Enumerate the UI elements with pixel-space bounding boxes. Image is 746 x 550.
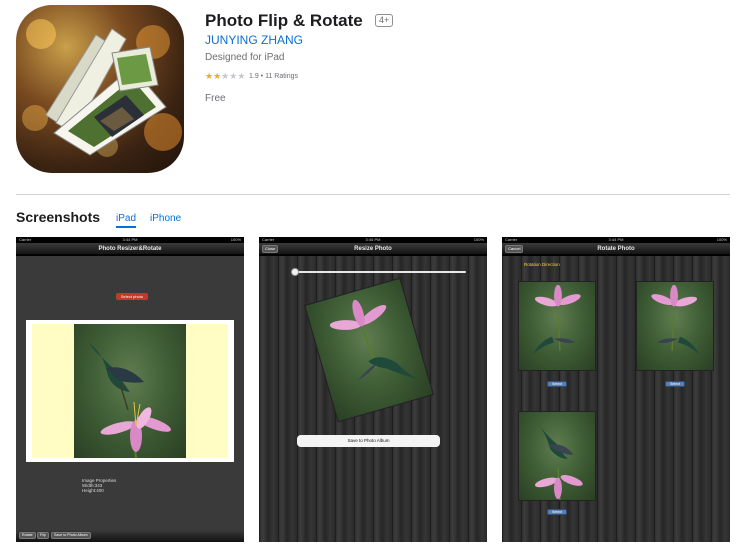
price-label: Free: [205, 93, 226, 104]
nav-title: Rotate Photo: [597, 246, 635, 252]
close-button[interactable]: Close: [262, 245, 279, 253]
rotation-direction-label: Rotation Direction: [524, 262, 560, 267]
screenshot-1[interactable]: Carrier 3:44 PM 100% Photo Resizer&Rotat…: [16, 237, 244, 542]
rotate-option-photo[interactable]: [636, 281, 714, 371]
select-button[interactable]: Select: [547, 509, 567, 515]
app-title: Photo Flip & Rotate: [205, 11, 363, 30]
select-button[interactable]: Select: [665, 381, 685, 387]
nav-title: Photo Resizer&Rotate: [16, 243, 244, 255]
star-icon: ★: [213, 71, 222, 81]
tab-iphone[interactable]: iPhone: [150, 213, 181, 224]
screenshot-2[interactable]: Carrier 3:45 PM 100% Resize Photo Close …: [259, 237, 487, 542]
star-icon: ★: [237, 71, 246, 81]
nav-title: Resize Photo: [354, 246, 392, 252]
tab-ipad[interactable]: iPad: [116, 213, 137, 228]
select-photo-button[interactable]: Select photo: [116, 293, 148, 300]
flower-hummingbird-photo: [74, 324, 186, 458]
divider: [16, 194, 730, 195]
save-to-album-button[interactable]: Save to Photo Album: [297, 435, 440, 447]
rotate-option-photo[interactable]: [518, 411, 596, 501]
save-to-album-button[interactable]: Save to Photo Album: [51, 532, 91, 539]
screenshots-heading: Screenshots: [16, 209, 101, 225]
resize-slider-knob[interactable]: [290, 268, 299, 276]
rotate-option-photo[interactable]: [518, 281, 596, 371]
resize-slider-track[interactable]: [291, 271, 466, 273]
star-rating: ★★★★★: [205, 71, 245, 82]
bottom-toolbar: Rotate Flip Save to Photo Album: [16, 530, 244, 542]
nav-bar: Resize Photo Close: [259, 243, 487, 255]
photo-stack-icon: [45, 28, 167, 156]
rating-count: 1.9 • 11 Ratings: [249, 73, 299, 80]
image-panel: [26, 320, 234, 462]
screenshot-3[interactable]: Carrier 3:44 PM 100% Rotate Photo Cancel…: [502, 237, 730, 542]
select-button[interactable]: Select: [547, 381, 567, 387]
age-rating-badge: 4+: [375, 14, 394, 27]
rotate-button[interactable]: Rotate: [19, 532, 36, 539]
flip-button[interactable]: Flip: [37, 532, 49, 539]
star-icon: ★: [205, 71, 214, 81]
image-properties: Image Properties Width:343 Height:400: [82, 478, 116, 493]
developer-link[interactable]: JUNYING ZHANG: [205, 33, 303, 47]
image-height: Height:400: [82, 488, 104, 493]
app-icon: [16, 5, 184, 173]
cancel-button[interactable]: Cancel: [505, 245, 524, 253]
designed-for-label: Designed for iPad: [205, 52, 285, 63]
nav-bar: Rotate Photo Cancel: [502, 243, 730, 255]
